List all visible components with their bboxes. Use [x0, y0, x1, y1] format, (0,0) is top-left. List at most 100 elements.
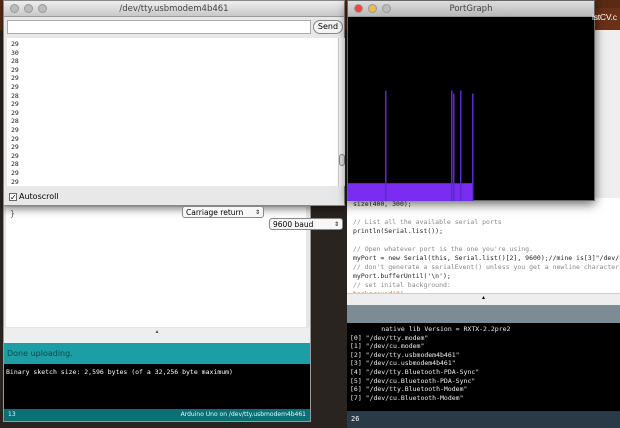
graph-bar [367, 183, 368, 201]
autoscroll-checkbox[interactable]: ✓ Autoscroll [9, 192, 59, 201]
graph-bar [433, 183, 434, 201]
status-bar: 26 [347, 411, 620, 428]
graph-bar [464, 183, 465, 201]
graph-bar [390, 183, 391, 201]
code-line: } [10, 209, 15, 218]
minimize-button[interactable] [368, 4, 377, 13]
graph-bar [374, 183, 375, 201]
graph-bar [394, 183, 395, 201]
console-line: [7] "/dev/cu.Bluetooth-Modem" [350, 393, 464, 402]
serial-line: 28 [11, 91, 19, 100]
graph-bar [403, 183, 404, 201]
code-line: // List all the available serial ports [353, 218, 502, 226]
close-button[interactable] [354, 4, 363, 13]
title-bar[interactable]: /dev/tty.usbmodem4b461 [4, 1, 344, 17]
zoom-button[interactable] [382, 4, 391, 13]
graph-bar [391, 183, 392, 201]
arduino-ide-window: } ▴ Done uploading. Binary sketch size: … [3, 190, 311, 422]
graph-bar [373, 183, 374, 201]
graph-bar [351, 183, 352, 201]
graph-bar [466, 183, 467, 201]
graph-bar [462, 183, 463, 201]
editor-splitter[interactable]: ▴ [4, 328, 310, 343]
graph-bar [467, 183, 468, 201]
console-line: native lib Version = RXTX-2.2pre2 [350, 325, 511, 333]
graph-bar [440, 183, 441, 201]
checkbox-check-icon[interactable]: ✓ [9, 192, 17, 201]
baud-rate-select[interactable]: 9600 baud ⇕ [269, 218, 343, 230]
graph-bar [445, 183, 446, 201]
graph-bar [412, 183, 413, 201]
board-port: Arduino Uno on /dev/tty.usbmodem4b461 [180, 411, 306, 418]
graph-bar [402, 183, 403, 201]
graph-bar [364, 183, 365, 201]
graph-bar [399, 183, 400, 201]
code-line: // set inital background: [353, 281, 451, 289]
graph-spike [472, 93, 474, 201]
line-ending-select[interactable]: Carriage return ⇕ [182, 206, 264, 218]
processing-code-editor[interactable]: size(400, 300); // List all the availabl… [347, 198, 620, 293]
graph-bar [388, 183, 389, 201]
graph-bar [408, 183, 409, 201]
console-line: [2] "/dev/tty.usbmodem4b461" [350, 350, 460, 359]
minimize-button[interactable] [24, 4, 33, 13]
status-bar: 13 Arduino Uno on /dev/tty.usbmodem4b461 [4, 409, 310, 421]
graph-spike [451, 90, 453, 201]
graph-bar [362, 183, 363, 201]
graph-bar [407, 183, 408, 201]
graph-spike [385, 90, 387, 201]
graph-bar [355, 183, 356, 201]
serial-input[interactable] [7, 20, 311, 34]
graph-bar [392, 183, 393, 201]
serial-line: 29 [11, 168, 19, 177]
zoom-button[interactable] [38, 4, 47, 13]
graph-bar [456, 183, 457, 201]
editor-splitter[interactable]: ▴ [347, 293, 620, 305]
code-line: size(400, 300); [353, 200, 412, 208]
graph-bar [430, 183, 431, 201]
serial-monitor-window: /dev/tty.usbmodem4b461 Send 29 30 28 29 29 29… [3, 0, 345, 230]
graph-bar [443, 183, 444, 201]
graph-bar [425, 183, 426, 201]
graph-bar [439, 183, 440, 201]
graph-spike [453, 93, 455, 201]
graph-bar [428, 183, 429, 201]
send-button[interactable]: Send [313, 20, 343, 34]
graph-bar [369, 183, 370, 201]
close-button[interactable] [10, 4, 19, 13]
graph-bar [447, 183, 448, 201]
serial-line: 29 [11, 177, 19, 186]
arduino-code-editor[interactable]: } [6, 207, 306, 327]
graph-bar [432, 183, 433, 201]
window-title: /dev/tty.usbmodem4b461 [119, 4, 229, 14]
graph-bar [420, 183, 421, 201]
select-arrows-icon: ⇕ [254, 209, 260, 216]
line-number: 26 [351, 415, 360, 423]
graph-bar [426, 183, 427, 201]
scrollbar-thumb[interactable] [339, 154, 345, 166]
arduino-console: Binary sketch size: 2,596 bytes (of a 32… [4, 364, 310, 409]
code-line: println(Serial.list()); [353, 227, 444, 235]
graph-canvas [348, 90, 474, 201]
line-number: 13 [8, 411, 16, 418]
serial-line: 28 [11, 57, 19, 66]
graph-bar [360, 183, 361, 201]
title-bar[interactable]: PortGraph [348, 1, 594, 17]
console-line: [6] "/dev/tty.Bluetooth-Modem" [350, 385, 468, 394]
graph-bar [449, 183, 450, 201]
graph-bar [395, 183, 396, 201]
graph-bar [361, 183, 362, 201]
serial-line: 28 [11, 160, 19, 169]
graph-bar [434, 183, 435, 201]
graph-bar [419, 183, 420, 201]
code-line: myPort.bufferUntil('\n'); [353, 272, 451, 280]
serial-line: 29 [11, 65, 19, 74]
graph-bar [380, 183, 381, 201]
scrollbar[interactable] [338, 38, 345, 186]
graph-bar [352, 183, 353, 201]
code-line: myPort = new Serial(this, Serial.list()[… [353, 254, 620, 262]
graph-bar [384, 183, 385, 201]
serial-line: 29 [11, 108, 19, 117]
graph-bar [470, 183, 471, 201]
background-window-title: istCV.c [592, 12, 617, 22]
